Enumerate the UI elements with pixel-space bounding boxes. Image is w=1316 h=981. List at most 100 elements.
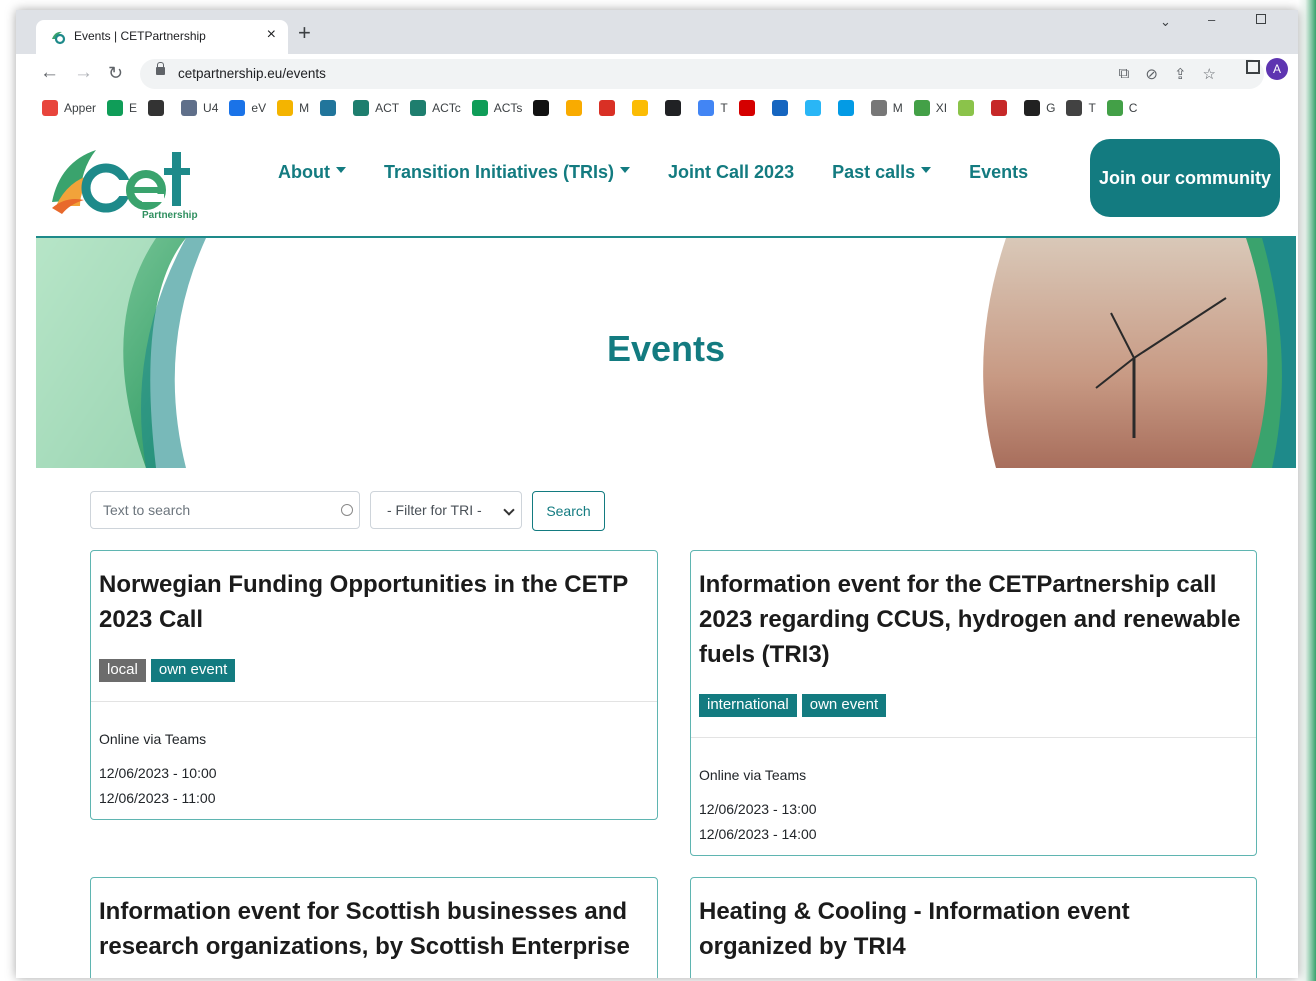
apps-grid-icon — [42, 100, 58, 116]
caret-down-icon — [921, 167, 932, 174]
bookmark-label: G — [1046, 101, 1056, 115]
event-badges: international own event — [699, 694, 887, 717]
search-placeholder: Text to search — [103, 502, 191, 518]
translate-icon[interactable]: ⧉ — [1119, 65, 1130, 83]
event-title[interactable]: Information event for Scottish businesse… — [99, 894, 645, 964]
tri-filter-select[interactable]: - Filter for TRI - — [370, 491, 522, 529]
bookmark-label: Apper — [64, 101, 97, 115]
bookmark-label: E — [129, 101, 138, 115]
bookmark-item[interactable]: T — [698, 100, 728, 116]
badge-type: own event — [801, 694, 887, 717]
tab-close-icon[interactable]: × — [267, 26, 276, 44]
bookmark-item[interactable]: Apper — [42, 100, 96, 116]
bookmark-item[interactable] — [533, 100, 555, 116]
profile-avatar[interactable]: A — [1266, 58, 1288, 80]
reload-icon[interactable]: ↻ — [108, 63, 123, 83]
event-end: 12/06/2023 - 11:00 — [99, 790, 216, 806]
bookmark-item[interactable]: T — [1066, 100, 1096, 116]
bookmark-item[interactable] — [958, 100, 980, 116]
nav-events[interactable]: Events — [969, 162, 1028, 183]
bookmark-item[interactable] — [320, 100, 342, 116]
bookmark-item[interactable] — [148, 100, 170, 116]
minimize-icon[interactable]: – — [1208, 12, 1215, 27]
nav-about-label: About — [278, 162, 330, 182]
bookmark-item[interactable] — [804, 100, 827, 116]
translate-icon — [698, 100, 715, 116]
event-card[interactable]: Information event for Scottish businesse… — [90, 877, 658, 978]
bookmark-item[interactable] — [665, 100, 687, 116]
chevron-down-icon — [503, 504, 515, 516]
cet-partnership-logo[interactable]: Partnership — [50, 144, 200, 220]
bookmark-item[interactable]: eV — [229, 100, 266, 116]
red-icon — [738, 100, 755, 116]
card-divider — [91, 701, 657, 702]
bookmark-label: XI — [935, 101, 948, 115]
eye-off-icon[interactable]: ⊘ — [1145, 65, 1158, 83]
browser-tab[interactable]: Events | CETPartnership × — [36, 20, 288, 54]
bookmark-item[interactable] — [566, 100, 588, 116]
bird-icon — [148, 100, 165, 116]
clear-search-icon[interactable] — [341, 504, 353, 516]
bookmark-item[interactable]: E — [107, 100, 137, 116]
bookmark-item[interactable] — [738, 100, 761, 116]
badge-type: own event — [150, 659, 236, 682]
event-card[interactable]: Norwegian Funding Opportunities in the C… — [90, 550, 658, 820]
bookmark-label: M — [892, 101, 903, 115]
bookmark-item[interactable]: U4 — [181, 100, 218, 116]
event-title[interactable]: Information event for the CETPartnership… — [699, 567, 1244, 672]
bookmark-item[interactable] — [837, 100, 860, 116]
maximize-icon[interactable] — [1256, 14, 1266, 24]
bookmark-item[interactable]: C — [1106, 100, 1138, 116]
star-icon[interactable]: ☆ — [1203, 65, 1216, 83]
bookmark-item[interactable]: ACTs — [471, 100, 522, 116]
nav-transition-initiatives[interactable]: Transition Initiatives (TRIs) — [383, 162, 631, 183]
bookmark-label: C — [1128, 101, 1138, 115]
bookmark-item[interactable] — [771, 100, 794, 116]
search-input[interactable]: Text to search — [90, 491, 360, 529]
bookmark-item[interactable]: ACT — [353, 100, 399, 116]
event-title[interactable]: Norwegian Funding Opportunities in the C… — [99, 567, 645, 637]
badge-scope: international — [699, 694, 797, 717]
url-text: cetpartnership.eu/events — [178, 66, 326, 81]
back-arrow-icon[interactable]: ← — [40, 63, 59, 83]
desktop-edge — [1298, 0, 1316, 981]
share-icon[interactable]: ⇪ — [1174, 65, 1187, 83]
bookmark-item[interactable]: ACTc — [410, 100, 461, 116]
event-title[interactable]: Heating & Cooling - Information event or… — [699, 894, 1244, 964]
side-panel-icon[interactable] — [1246, 60, 1260, 74]
b-icon — [1024, 100, 1041, 116]
bookmark-item[interactable]: G — [1024, 100, 1055, 116]
bookmark-label: T — [1088, 101, 1096, 115]
new-tab-icon[interactable]: + — [298, 22, 311, 44]
forward-arrow-icon[interactable]: → — [74, 63, 93, 83]
nav-about[interactable]: About — [278, 162, 346, 183]
bookmark-item[interactable] — [632, 100, 654, 116]
card-divider — [691, 737, 1256, 738]
c-icon — [353, 100, 370, 116]
search-button[interactable]: Search — [532, 491, 605, 531]
event-end: 12/06/2023 - 14:00 — [699, 826, 817, 842]
frame-icon — [958, 100, 975, 116]
join-community-button[interactable]: Join our community — [1090, 139, 1280, 217]
bookmark-item[interactable]: M — [277, 100, 309, 116]
nav-past-calls-label: Past calls — [832, 162, 916, 182]
bookmark-label: U4 — [203, 101, 219, 115]
openai-icon — [665, 100, 682, 116]
event-start: 12/06/2023 - 13:00 — [699, 801, 817, 817]
tab-search-icon[interactable]: ⌄ — [1160, 14, 1171, 30]
bookmark-item[interactable] — [599, 100, 621, 116]
bookmark-label: ACT — [375, 101, 400, 115]
event-card[interactable]: Information event for the CETPartnership… — [690, 550, 1257, 856]
pinwheel-icon — [277, 100, 294, 116]
bookmark-item[interactable]: M — [870, 100, 903, 116]
nav-past-calls[interactable]: Past calls — [832, 162, 932, 183]
bookmark-item[interactable]: XI — [913, 100, 948, 116]
nav-joint-call[interactable]: Joint Call 2023 — [668, 162, 794, 183]
site-header: Partnership About Transition Initiatives… — [16, 122, 1298, 236]
event-card[interactable]: Heating & Cooling - Information event or… — [690, 877, 1257, 978]
bookmark-item[interactable] — [991, 100, 1013, 116]
tab-title: Events | CETPartnership — [74, 29, 206, 43]
address-bar[interactable]: cetpartnership.eu/events ⧉ ⊘ ⇪ ☆ — [140, 59, 1264, 89]
blue-icon — [771, 100, 788, 116]
nav-tri-label: Transition Initiatives (TRIs) — [383, 162, 615, 182]
